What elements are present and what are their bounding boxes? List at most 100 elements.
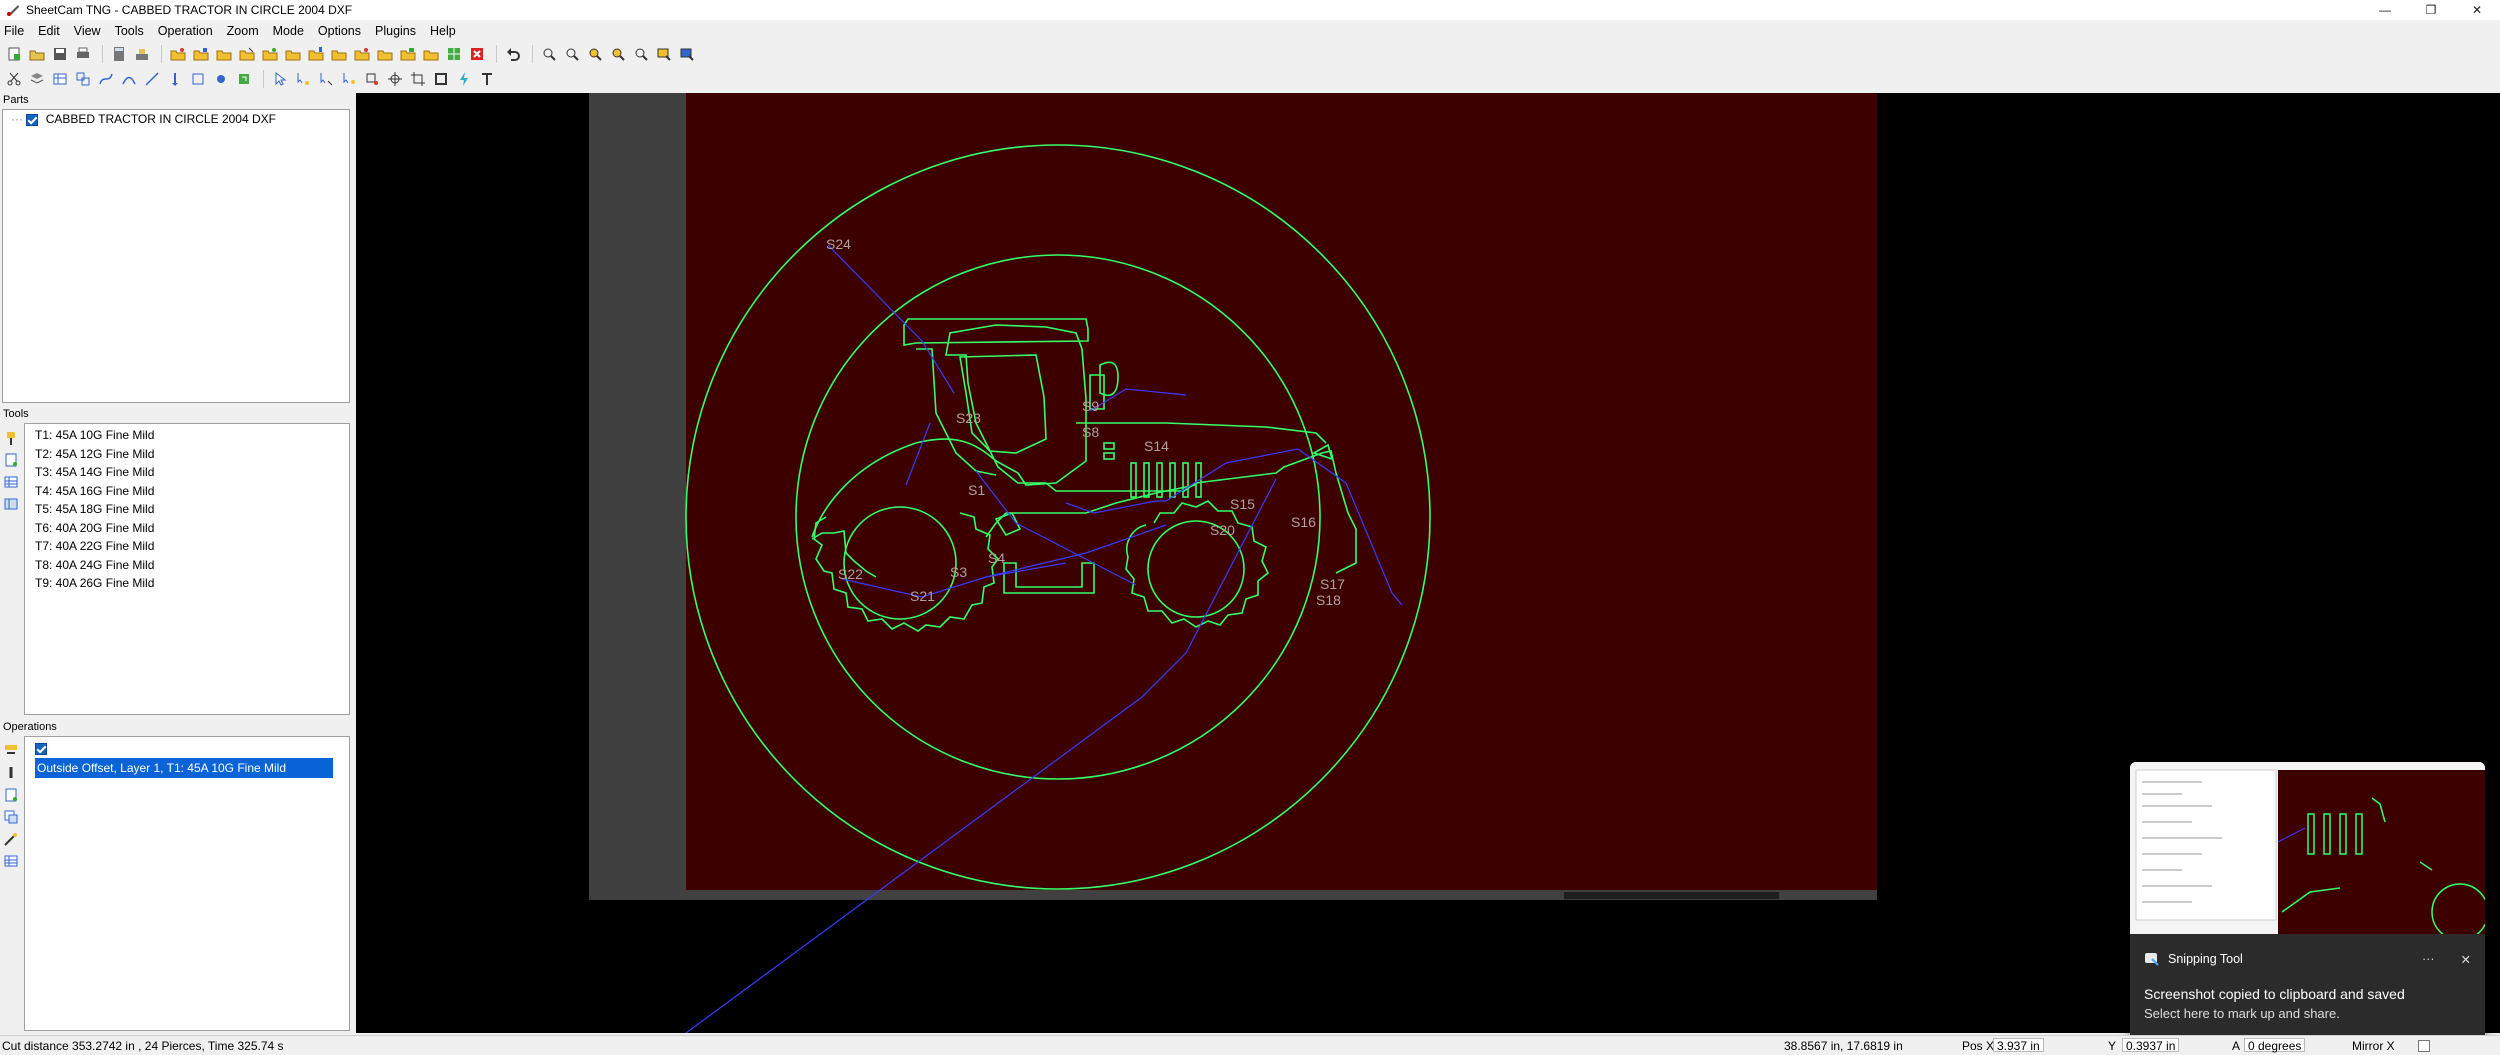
tool-item[interactable]: T9: 40A 26G Fine Mild [35,574,349,593]
folder-tool-7-icon[interactable] [306,44,326,64]
zoom-all-icon[interactable] [677,44,697,64]
folder-tool-3-icon[interactable] [214,44,234,64]
line-icon[interactable] [142,69,162,89]
start-point-icon[interactable] [211,69,231,89]
copy-operation-icon[interactable] [2,808,20,826]
edit-point-icon[interactable] [362,69,382,89]
path-icon[interactable] [96,69,116,89]
folder-tool-6-icon[interactable] [283,44,303,64]
rotate-icon[interactable] [339,69,359,89]
folder-tool-8-icon[interactable] [329,44,349,64]
tool-item[interactable]: T5: 45A 18G Fine Mild [35,500,349,519]
edit-tool-icon[interactable] [2,451,20,469]
path-label-s21: S21 [910,588,935,604]
select-path-icon[interactable] [293,69,313,89]
part-item[interactable]: ··· CABBED TRACTOR IN CIRCLE 2004 DXF [3,110,349,129]
folder-tool-11-icon[interactable] [398,44,418,64]
restore-button[interactable]: ❐ [2408,0,2454,20]
curve-icon[interactable] [119,69,139,89]
pos-x-field[interactable]: 3.937 in [1993,1038,2044,1053]
menu-options[interactable]: Options [318,24,361,38]
tool-item[interactable]: T6: 40A 20G Fine Mild [35,519,349,538]
zoom-sheet-icon[interactable] [654,44,674,64]
green-flag-icon[interactable] [234,69,254,89]
print-button[interactable] [73,44,93,64]
folder-tool-1-icon[interactable] [168,44,188,64]
folder-tool-9-icon[interactable] [352,44,372,64]
save-button[interactable] [50,44,70,64]
menu-help[interactable]: Help [430,24,456,38]
parts-list[interactable]: ··· CABBED TRACTOR IN CIRCLE 2004 DXF [2,109,350,403]
undo-icon[interactable] [503,44,523,64]
menu-zoom[interactable]: Zoom [227,24,259,38]
tool-table-icon[interactable] [2,473,20,491]
toast-close-icon[interactable]: ✕ [2461,952,2471,967]
more-options-icon[interactable]: ··· [2422,952,2435,966]
folder-tool-5-icon[interactable] [260,44,280,64]
operation-wizard-icon[interactable] [2,830,20,848]
pos-y-field[interactable]: 0.3937 in [2122,1038,2180,1053]
add-tool-icon[interactable] [2,429,20,447]
menu-tools[interactable]: Tools [115,24,144,38]
tool-library-icon[interactable] [2,495,20,513]
frame-icon[interactable] [431,69,451,89]
offset-icon[interactable] [188,69,208,89]
tool-item[interactable]: T4: 45A 16G Fine Mild [35,482,349,501]
menu-edit[interactable]: Edit [38,24,60,38]
operation-checkbox[interactable] [35,742,47,755]
menu-view[interactable]: View [74,24,101,38]
menu-file[interactable]: File [4,24,24,38]
crop-icon[interactable] [408,69,428,89]
path-label-s20: S20 [1210,522,1235,538]
operation-item[interactable]: Outside Offset, Layer 1, T1: 45A 10G Fin… [25,739,349,778]
path-label-s1: S1 [968,482,985,498]
screenshot-preview[interactable] [2130,762,2485,941]
menu-operation[interactable]: Operation [158,24,213,38]
nest-icon[interactable] [73,69,93,89]
edit-operation-icon[interactable] [2,786,20,804]
folder-tool-4-icon[interactable] [237,44,257,64]
tools-list[interactable]: T1: 45A 10G Fine Mild T2: 45A 12G Fine M… [24,423,350,715]
zoom-window-icon[interactable] [631,44,651,64]
angle-field[interactable]: 0 degrees [2244,1038,2306,1053]
tool-item[interactable]: T3: 45A 14G Fine Mild [35,463,349,482]
zoom-part-icon[interactable] [608,44,628,64]
post-processor-icon[interactable] [132,44,152,64]
delete-red-icon[interactable] [467,44,487,64]
add-operation-icon[interactable] [2,742,20,760]
zoom-out-icon[interactable] [562,44,582,64]
crosshair-icon[interactable] [385,69,405,89]
part-checkbox[interactable] [26,113,39,126]
zoom-in-icon[interactable] [539,44,559,64]
close-window-button[interactable]: ✕ [2454,0,2500,20]
folder-tool-10-icon[interactable] [375,44,395,64]
select-arrow-icon[interactable] [270,69,290,89]
grid-tool-icon[interactable] [444,44,464,64]
minimize-button[interactable]: — [2362,0,2408,20]
folder-tool-12-icon[interactable] [421,44,441,64]
folder-tool-2-icon[interactable] [191,44,211,64]
menu-mode[interactable]: Mode [273,24,304,38]
tool-item[interactable]: T8: 40A 24G Fine Mild [35,556,349,575]
table-icon[interactable] [50,69,70,89]
tool-item[interactable]: T2: 45A 12G Fine Mild [35,445,349,464]
menu-plugins[interactable]: Plugins [375,24,416,38]
snipping-tool-notification[interactable]: Snipping Tool ··· ✕ Screenshot copied to… [2130,762,2485,1040]
drill-icon[interactable] [165,69,185,89]
operations-list[interactable]: Outside Offset, Layer 1, T1: 45A 10G Fin… [24,736,350,1031]
scissors-icon[interactable] [4,69,24,89]
lightning-icon[interactable] [454,69,474,89]
new-job-button[interactable] [4,44,24,64]
text-icon[interactable] [477,69,497,89]
operation-table-icon[interactable] [2,852,20,870]
drill-operation-icon[interactable] [2,764,20,782]
tool-item[interactable]: T1: 45A 10G Fine Mild [35,426,349,445]
open-button[interactable] [27,44,47,64]
layers-icon[interactable] [27,69,47,89]
horizontal-scrollbar[interactable] [1564,892,1779,899]
zoom-fit-icon[interactable] [585,44,605,64]
move-icon[interactable] [316,69,336,89]
calculator-icon[interactable] [109,44,129,64]
tool-item[interactable]: T7: 40A 22G Fine Mild [35,537,349,556]
mirror-x-checkbox[interactable] [2418,1040,2430,1052]
